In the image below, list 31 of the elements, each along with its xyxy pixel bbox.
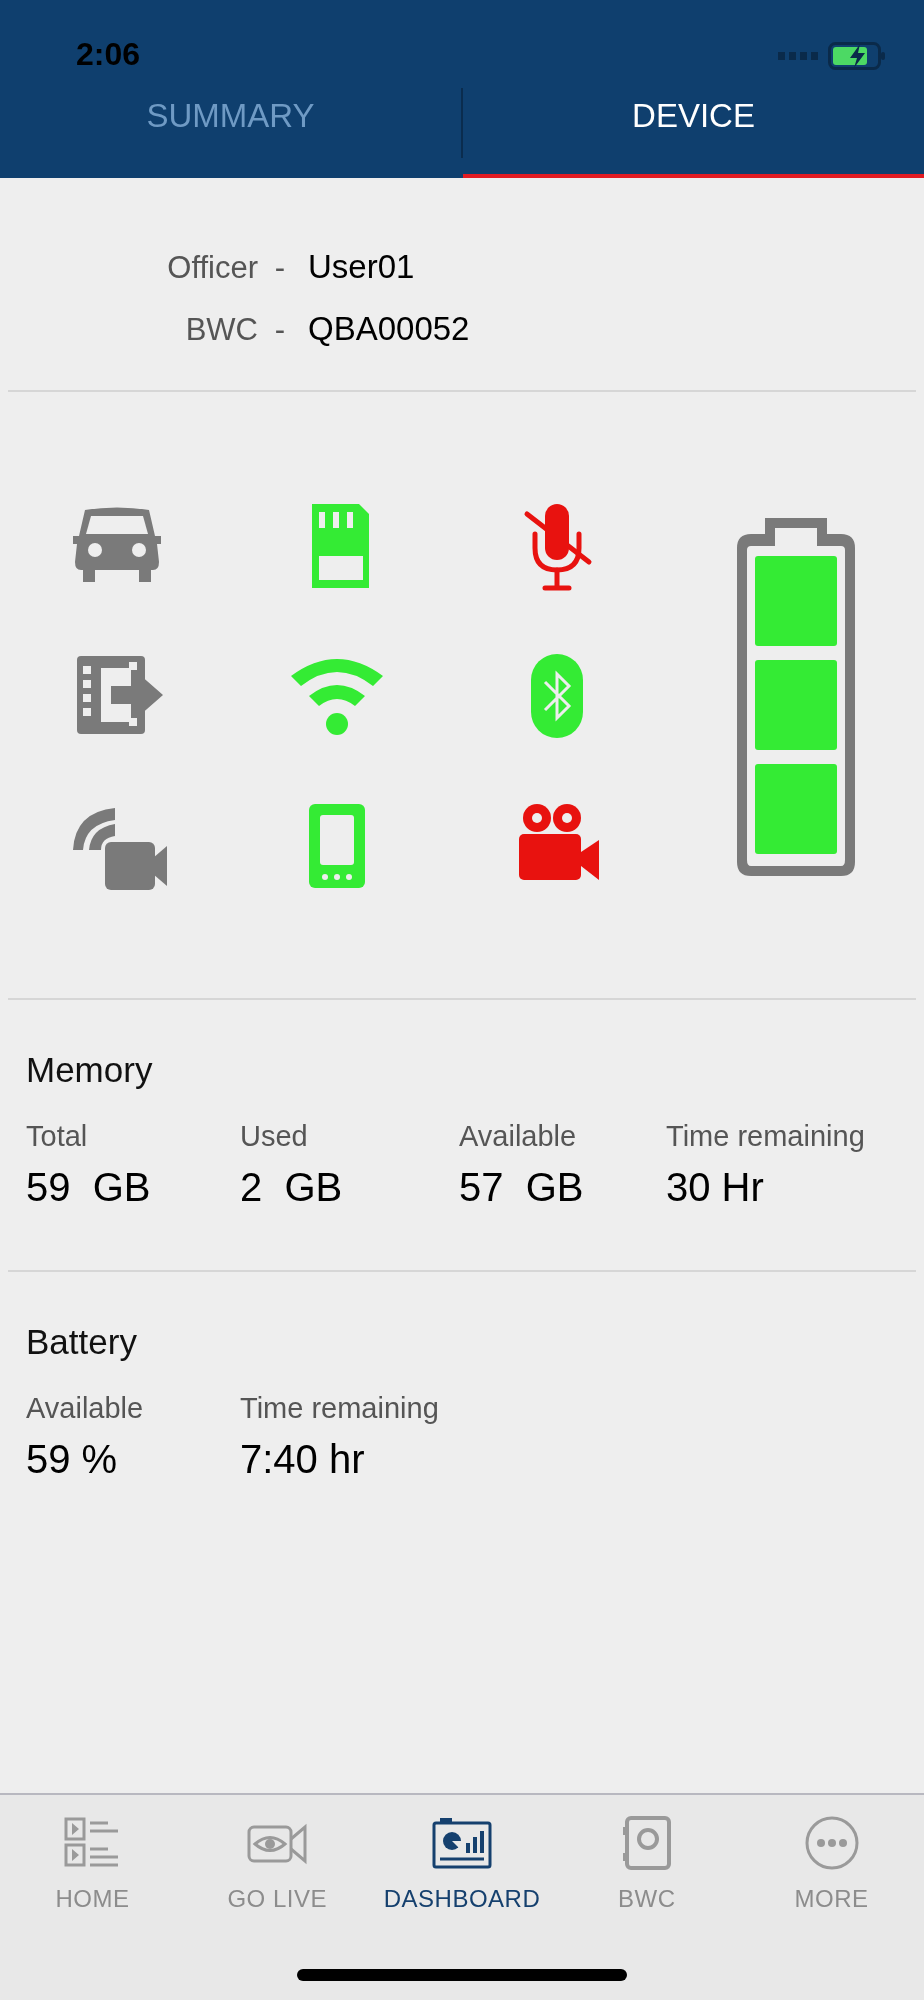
field-value: User01 <box>307 248 416 286</box>
nav-item[interactable]: GO LIVE <box>184 1815 370 1913</box>
stat-label: Time remaining <box>240 1392 440 1425</box>
field-value: QBA00052 <box>307 310 471 348</box>
tab[interactable]: SUMMARY <box>0 78 461 178</box>
section-title: Memory <box>26 1050 154 1090</box>
stat-value: 30 Hr <box>666 1165 765 1210</box>
stat-value: 59 % <box>26 1437 119 1482</box>
battery-charging-icon <box>828 42 886 70</box>
stat-value: 59 GB <box>26 1165 152 1210</box>
stat-value: 2 GB <box>240 1165 344 1210</box>
stat-label: Total <box>26 1120 89 1153</box>
separator-dash: - <box>273 250 287 286</box>
nav-item[interactable]: HOME <box>0 1815 185 1913</box>
signal-icon <box>778 52 818 60</box>
stat-label: Used <box>240 1120 309 1153</box>
separator-dash: - <box>273 312 287 348</box>
nav-item[interactable]: MORE <box>739 1815 924 1913</box>
stat-label: Available <box>26 1392 145 1425</box>
section-title: Battery <box>26 1322 138 1362</box>
tab[interactable]: DEVICE <box>463 78 924 178</box>
nav-item[interactable]: DASHBOARD <box>369 1815 555 1913</box>
stat-label: Time remaining <box>666 1120 866 1153</box>
stat-label: Available <box>459 1120 578 1153</box>
dashboard-icon <box>432 1815 492 1871</box>
field-label: BWC <box>184 312 258 348</box>
field-label: Officer <box>166 250 258 286</box>
nav-item[interactable]: BWC <box>554 1815 740 1913</box>
stat-value: 57 GB <box>459 1165 585 1210</box>
stat-value: 7:40 hr <box>240 1437 366 1482</box>
status-time: 2:06 <box>76 38 141 74</box>
